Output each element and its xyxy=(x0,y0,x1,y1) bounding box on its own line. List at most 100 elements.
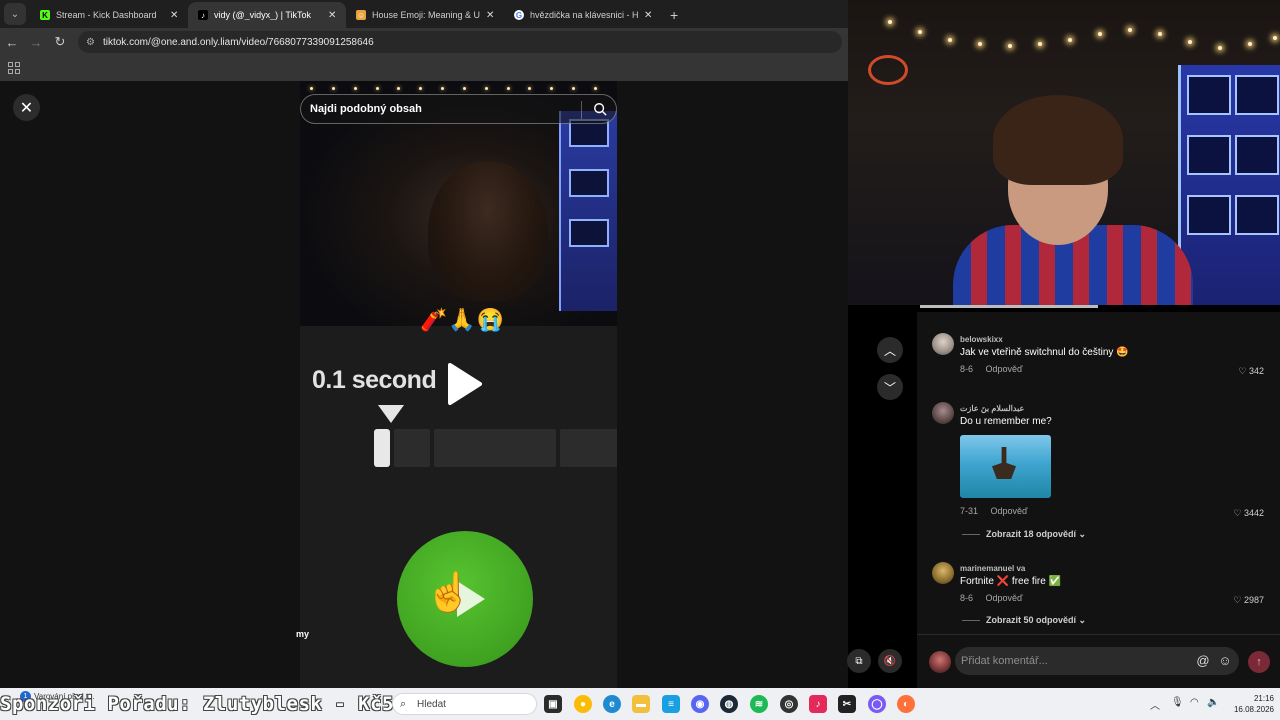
edge-icon[interactable]: e xyxy=(603,695,621,713)
volume-icon[interactable]: 🔈 xyxy=(1207,697,1219,708)
creator-tag: my xyxy=(296,629,310,639)
search-icon: ⌕ xyxy=(400,698,407,710)
timeline-knob xyxy=(374,429,390,467)
reply-button[interactable]: Odpověď xyxy=(986,364,1023,374)
search-icon[interactable] xyxy=(593,102,607,116)
url-bar[interactable]: ⚙ tiktok.com/@one.and.only.liam/video/76… xyxy=(78,31,842,53)
shelf xyxy=(1178,65,1280,305)
view-replies-button[interactable]: Zobrazit 18 odpovědí ⌄ xyxy=(962,529,1086,540)
green-play-button: ☝ xyxy=(397,531,533,667)
timeline-marker xyxy=(378,405,404,423)
address-toolbar: ← → ↻ ⚙ tiktok.com/@one.and.only.liam/vi… xyxy=(0,28,848,56)
like-count: 342 xyxy=(1248,366,1264,376)
comment-username[interactable]: marinemanuel va xyxy=(960,564,1025,573)
chrome-icon[interactable]: ● xyxy=(574,695,592,713)
close-tab-icon[interactable]: ✕ xyxy=(486,10,496,21)
comment-text: Do u remember me? xyxy=(960,416,1052,427)
tab-emojipedia[interactable]: ☺ House Emoji: Meaning & Us ✕ xyxy=(346,2,504,28)
taskbar: 1 Varování před t... Sponzoři Pořadu: Zl… xyxy=(0,688,1280,720)
comment-date: 8-6 xyxy=(960,593,974,603)
emojipedia-icon: ☺ xyxy=(356,10,366,20)
capcut-icon[interactable]: ✂ xyxy=(838,695,856,713)
new-tab-icon[interactable]: + xyxy=(670,7,678,23)
avatar xyxy=(929,651,951,673)
play-icon[interactable] xyxy=(444,361,484,407)
comment-item: belowskixx Jak ve vteřině switchnul do č… xyxy=(932,333,1272,393)
reload-icon[interactable]: ↻ xyxy=(48,34,72,50)
tab-google[interactable]: G hvězdička na klávesnici - Hledat ✕ xyxy=(504,2,662,28)
avatar[interactable] xyxy=(932,562,954,584)
apps-grid-icon[interactable] xyxy=(8,62,20,74)
forward-icon[interactable]: → xyxy=(24,35,48,50)
tab-title: Stream - Kick Dashboard xyxy=(56,10,157,20)
mute-icon[interactable]: 🔇 xyxy=(878,649,902,673)
avatar[interactable] xyxy=(932,333,954,355)
comment-text: Jak ve vteřině switchnul do češtiny 🤩 xyxy=(960,347,1129,358)
comment-meta: 8-6 Odpověď xyxy=(960,364,1033,374)
discord-icon[interactable]: ◉ xyxy=(691,695,709,713)
close-tab-icon[interactable]: ✕ xyxy=(328,10,338,21)
like-button[interactable]: ♡ 2987 xyxy=(1233,595,1264,606)
previous-video-button[interactable]: ︿ xyxy=(877,337,903,363)
close-tab-icon[interactable]: ✕ xyxy=(644,10,654,21)
like-button[interactable]: ♡ 342 xyxy=(1238,366,1264,377)
tab-title: vidy (@_vidyx_) | TikTok xyxy=(214,10,311,20)
close-video-button[interactable]: ✕ xyxy=(13,94,40,121)
notepad-icon[interactable]: ≡ xyxy=(662,695,680,713)
like-button[interactable]: ♡ 3442 xyxy=(1233,508,1264,519)
file-explorer-icon[interactable]: ▬ xyxy=(632,695,650,713)
tiktok-icon: ♪ xyxy=(198,10,208,20)
webcam-overlay xyxy=(848,0,1280,305)
tray-chevron-icon[interactable]: ︿ xyxy=(1150,697,1160,712)
person-head xyxy=(428,161,548,301)
comment-username[interactable]: belowskixx xyxy=(960,335,1003,344)
kick-icon: K xyxy=(40,10,50,20)
url-text: tiktok.com/@one.and.only.liam/video/7668… xyxy=(102,36,374,48)
clock-time: 21:16 xyxy=(1253,694,1274,703)
similar-content-search[interactable]: Najdi podobný obsah xyxy=(300,94,617,124)
steam-icon[interactable]: ◍ xyxy=(720,695,738,713)
video-timeline xyxy=(374,429,617,467)
bookmarks-bar xyxy=(0,56,848,81)
taskbar-search[interactable]: ⌕ Hledat xyxy=(392,693,537,715)
tab-kick[interactable]: K Stream - Kick Dashboard ✕ xyxy=(30,2,188,28)
comment-date: 8-6 xyxy=(960,364,974,374)
next-video-button[interactable]: ﹀ xyxy=(877,374,903,400)
reply-button[interactable]: Odpověď xyxy=(986,593,1023,603)
video-player[interactable]: 🧨🙏😭 Najdi podobný obsah 0.1 second ☝ xyxy=(300,81,617,688)
tab-tiktok[interactable]: ♪ vidy (@_vidyx_) | TikTok ✕ xyxy=(188,2,346,28)
comment-meta: 7-31 Odpověď xyxy=(960,506,1038,516)
tab-search-button[interactable]: ⌄ xyxy=(4,3,26,25)
comment-username[interactable]: عبدالسلام بنَ عازت xyxy=(960,404,1024,413)
view-replies-button[interactable]: Zobrazit 50 odpovědí ⌄ xyxy=(962,615,1086,626)
video-progress-bar[interactable] xyxy=(920,305,1098,308)
tiktok-studio-icon[interactable]: ♪ xyxy=(809,695,827,713)
send-button[interactable]: ↑ xyxy=(1248,651,1270,673)
reply-button[interactable]: Odpověď xyxy=(991,506,1028,516)
wifi-icon[interactable]: ◠ xyxy=(1190,697,1199,708)
like-count: 2987 xyxy=(1243,595,1264,605)
comment-image[interactable] xyxy=(960,435,1051,498)
site-info-icon[interactable]: ⚙ xyxy=(86,37,95,48)
clock-date: 16.08.2026 xyxy=(1233,705,1274,714)
comment-input[interactable]: Přidat komentář... @ ☺ xyxy=(955,647,1239,675)
firefox-icon[interactable]: ◐ xyxy=(897,695,915,713)
basketball-hoop xyxy=(868,55,908,85)
clock[interactable]: 21:16 16.08.2026 xyxy=(1226,693,1274,715)
emoji-icon[interactable]: ☺ xyxy=(1217,653,1233,669)
taskbar-search-placeholder: Hledat xyxy=(417,698,446,710)
search-placeholder: Najdi podobný obsah xyxy=(310,103,422,115)
obs-icon[interactable]: ◎ xyxy=(780,695,798,713)
back-icon[interactable]: ← xyxy=(0,35,24,50)
task-view-icon[interactable]: ▣ xyxy=(544,695,562,713)
mention-icon[interactable]: @ xyxy=(1195,653,1211,669)
avatar[interactable] xyxy=(932,402,954,424)
close-tab-icon[interactable]: ✕ xyxy=(170,10,180,21)
microphone-icon[interactable]: 🎙 xyxy=(1171,697,1184,708)
picture-in-picture-icon[interactable]: ⧉ xyxy=(847,649,871,673)
emoji-caption: 🧨🙏😭 xyxy=(420,307,506,332)
streamer xyxy=(953,95,1193,305)
spotify-icon[interactable]: ≋ xyxy=(750,695,768,713)
tiktok-video-page: ✕ 🧨🙏😭 Najdi podobný obsah 0.1 second ☝ m… xyxy=(0,81,848,688)
app-icon[interactable]: ◯ xyxy=(868,695,886,713)
